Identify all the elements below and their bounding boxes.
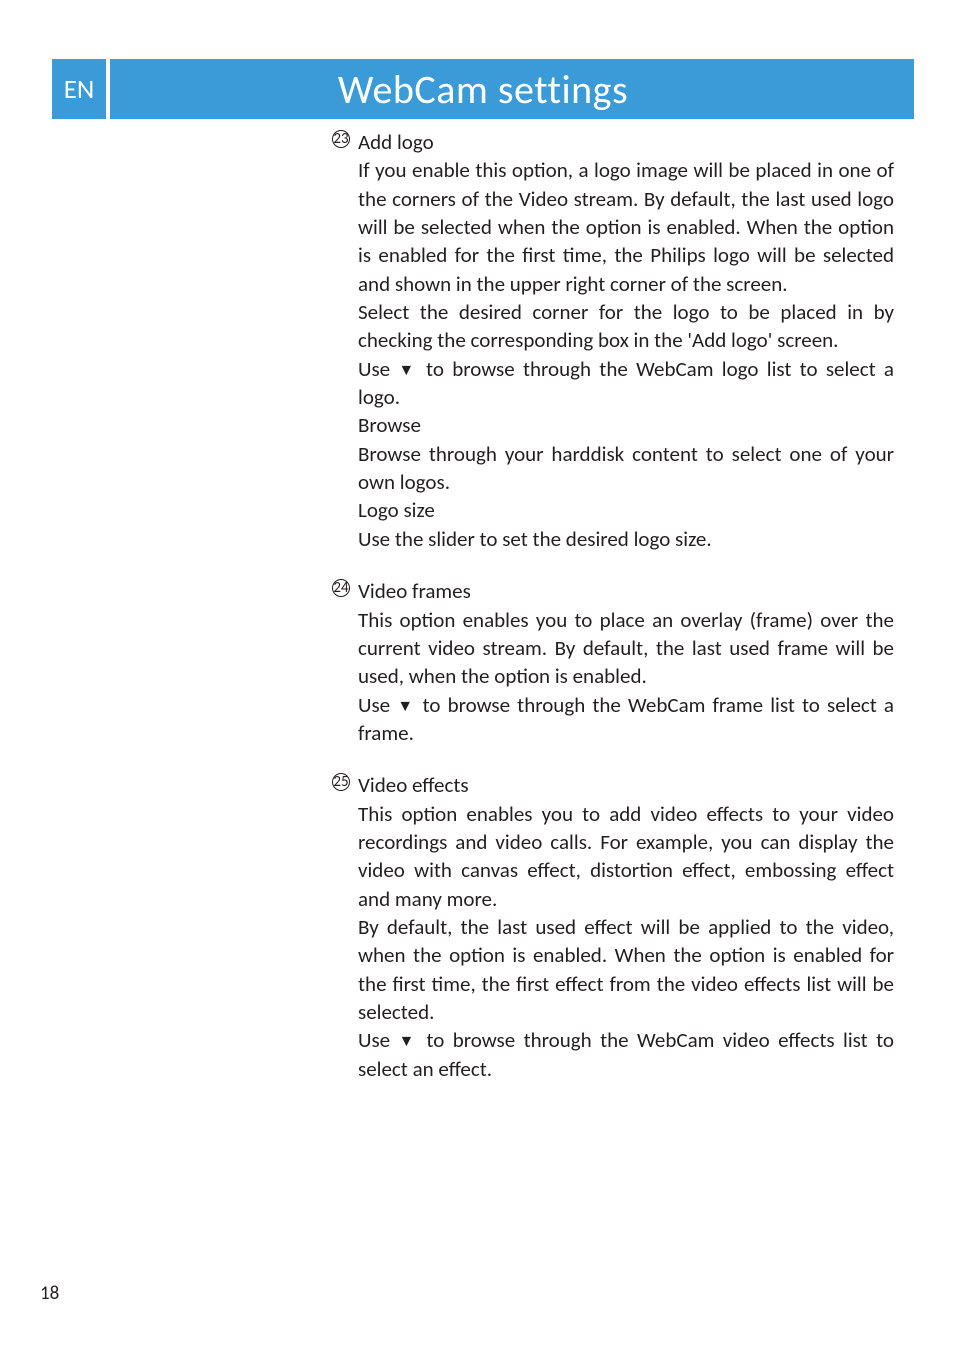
callout-number: 25 — [332, 773, 350, 791]
text-run: to browse through the WebCam video effec… — [358, 1027, 894, 1081]
header-bar: EN WebCam settings — [52, 59, 914, 119]
body-paragraph: By default, the last used effect will be… — [358, 913, 894, 1026]
language-tab: EN — [52, 59, 110, 119]
heading-text: Video frames — [358, 578, 471, 604]
page-number: 18 — [40, 1282, 59, 1305]
body-paragraph: If you enable this option, a logo image … — [358, 156, 894, 298]
section-video-frames: 24 Video frames This option enables you … — [358, 577, 894, 747]
section-heading: 24 Video frames — [358, 577, 894, 605]
body-paragraph: Use ▼ to browse through the WebCam video… — [358, 1026, 894, 1083]
body-paragraph: Use ▼ to browse through the WebCam logo … — [358, 355, 894, 412]
body-paragraph: Use ▼ to browse through the WebCam frame… — [358, 691, 894, 748]
subsection-heading: Logo size — [358, 496, 894, 524]
callout-number: 24 — [332, 579, 350, 597]
heading-text: Add logo — [358, 129, 434, 155]
text-run: to browse through the WebCam logo list t… — [358, 356, 894, 410]
section-add-logo: 23 Add logo If you enable this option, a… — [358, 128, 894, 553]
heading-text: Video effects — [358, 772, 469, 798]
body-paragraph: Use the slider to set the desired logo s… — [358, 525, 894, 553]
content-area: 23 Add logo If you enable this option, a… — [358, 128, 894, 1107]
text-run: Use — [358, 1027, 399, 1053]
body-paragraph: Select the desired corner for the logo t… — [358, 298, 894, 355]
text-run: Use — [358, 692, 397, 718]
callout-number: 23 — [332, 130, 350, 148]
section-heading: 23 Add logo — [358, 128, 894, 156]
down-arrow-icon: ▼ — [397, 697, 415, 716]
body-paragraph: This option enables you to add video eff… — [358, 800, 894, 913]
body-paragraph: Browse through your harddisk content to … — [358, 440, 894, 497]
bold-text: Add logo — [692, 327, 768, 353]
body-paragraph: This option enables you to place an over… — [358, 606, 894, 691]
text-run: ' screen. — [768, 327, 839, 353]
down-arrow-icon: ▼ — [398, 361, 417, 380]
subsection-heading: Browse — [358, 411, 894, 439]
text-run: Use — [358, 356, 398, 382]
section-heading: 25 Video effects — [358, 771, 894, 799]
down-arrow-icon: ▼ — [399, 1032, 418, 1051]
page-title: WebCam settings — [110, 65, 914, 114]
section-video-effects: 25 Video effects This option enables you… — [358, 771, 894, 1083]
text-run: to browse through the WebCam frame list … — [358, 692, 894, 746]
